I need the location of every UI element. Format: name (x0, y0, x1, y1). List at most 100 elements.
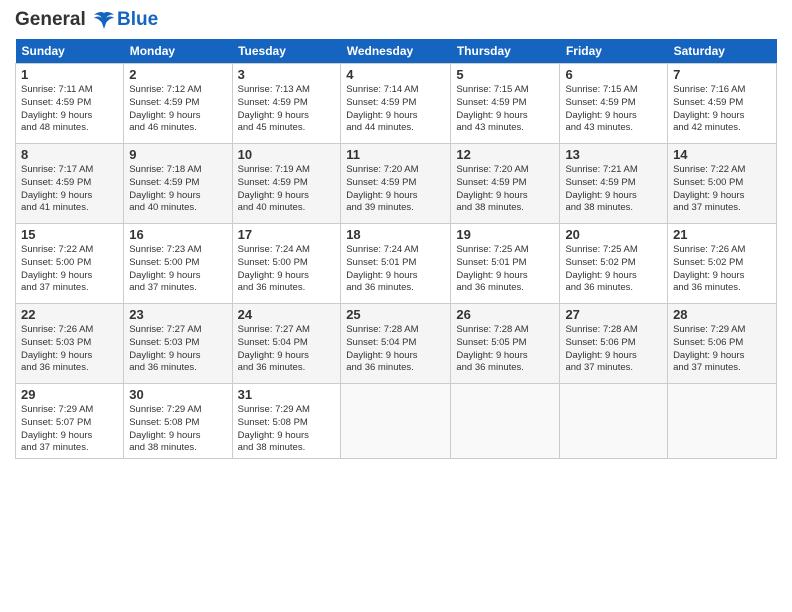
day-info: Sunrise: 7:17 AMSunset: 4:59 PMDaylight:… (21, 164, 118, 215)
day-number: 28 (673, 307, 771, 322)
day-number: 16 (129, 227, 226, 242)
day-number: 10 (238, 147, 336, 162)
calendar-cell: 31Sunrise: 7:29 AMSunset: 5:08 PMDayligh… (232, 383, 341, 458)
day-number: 8 (21, 147, 118, 162)
day-info: Sunrise: 7:23 AMSunset: 5:00 PMDaylight:… (129, 244, 226, 295)
day-number: 17 (238, 227, 336, 242)
calendar-cell (341, 383, 451, 458)
day-info: Sunrise: 7:15 AMSunset: 4:59 PMDaylight:… (565, 84, 662, 135)
day-info: Sunrise: 7:29 AMSunset: 5:08 PMDaylight:… (238, 404, 336, 455)
day-number: 4 (346, 67, 445, 82)
day-info: Sunrise: 7:21 AMSunset: 4:59 PMDaylight:… (565, 164, 662, 215)
day-number: 1 (21, 67, 118, 82)
calendar-cell: 12 Sunrise: 7:20 AMSunset: 4:59 PMDayligh… (451, 143, 560, 223)
day-info: Sunrise: 7:12 AMSunset: 4:59 PMDaylight:… (129, 84, 226, 135)
day-number: 30 (129, 387, 226, 402)
calendar-cell: 29 Sunrise: 7:29 AMSunset: 5:07 PMDayligh… (16, 383, 124, 458)
calendar-cell: 11 Sunrise: 7:20 AMSunset: 4:59 PMDayligh… (341, 143, 451, 223)
day-number: 18 (346, 227, 445, 242)
calendar-cell: 19 Sunrise: 7:25 AMSunset: 5:01 PMDayligh… (451, 223, 560, 303)
day-info: Sunrise: 7:24 AMSunset: 5:00 PMDaylight:… (238, 244, 336, 295)
logo-bird-icon (93, 11, 115, 29)
logo: General Blue (15, 10, 158, 31)
day-number: 22 (21, 307, 118, 322)
day-info: Sunrise: 7:15 AMSunset: 4:59 PMDaylight:… (456, 84, 554, 135)
day-info: Sunrise: 7:25 AMSunset: 5:01 PMDaylight:… (456, 244, 554, 295)
day-number: 3 (238, 67, 336, 82)
calendar-cell: 8 Sunrise: 7:17 AMSunset: 4:59 PMDaylight… (16, 143, 124, 223)
calendar-cell: 25 Sunrise: 7:28 AMSunset: 5:04 PMDayligh… (341, 303, 451, 383)
weekday-header: Sunday (16, 39, 124, 64)
calendar-cell: 21Sunrise: 7:26 AMSunset: 5:02 PMDayligh… (668, 223, 777, 303)
calendar-cell: 2 Sunrise: 7:12 AMSunset: 4:59 PMDaylight… (124, 63, 232, 143)
day-number: 21 (673, 227, 771, 242)
day-number: 5 (456, 67, 554, 82)
day-number: 25 (346, 307, 445, 322)
calendar-cell (668, 383, 777, 458)
day-info: Sunrise: 7:29 AMSunset: 5:06 PMDaylight:… (673, 324, 771, 375)
day-number: 19 (456, 227, 554, 242)
calendar-cell: 13 Sunrise: 7:21 AMSunset: 4:59 PMDayligh… (560, 143, 668, 223)
day-info: Sunrise: 7:28 AMSunset: 5:06 PMDaylight:… (565, 324, 662, 375)
day-info: Sunrise: 7:16 AMSunset: 4:59 PMDaylight:… (673, 84, 771, 135)
day-info: Sunrise: 7:20 AMSunset: 4:59 PMDaylight:… (346, 164, 445, 215)
day-number: 26 (456, 307, 554, 322)
day-number: 23 (129, 307, 226, 322)
calendar-cell: 26 Sunrise: 7:28 AMSunset: 5:05 PMDayligh… (451, 303, 560, 383)
calendar-cell: 30 Sunrise: 7:29 AMSunset: 5:08 PMDayligh… (124, 383, 232, 458)
day-number: 24 (238, 307, 336, 322)
calendar-cell: 16 Sunrise: 7:23 AMSunset: 5:00 PMDayligh… (124, 223, 232, 303)
calendar-cell: 3 Sunrise: 7:13 AMSunset: 4:59 PMDaylight… (232, 63, 341, 143)
calendar-cell: 27Sunrise: 7:28 AMSunset: 5:06 PMDayligh… (560, 303, 668, 383)
weekday-header: Wednesday (341, 39, 451, 64)
day-info: Sunrise: 7:24 AMSunset: 5:01 PMDaylight:… (346, 244, 445, 295)
day-number: 13 (565, 147, 662, 162)
calendar-cell: 24 Sunrise: 7:27 AMSunset: 5:04 PMDayligh… (232, 303, 341, 383)
calendar-cell: 5 Sunrise: 7:15 AMSunset: 4:59 PMDaylight… (451, 63, 560, 143)
day-info: Sunrise: 7:26 AMSunset: 5:03 PMDaylight:… (21, 324, 118, 375)
day-number: 12 (456, 147, 554, 162)
day-number: 14 (673, 147, 771, 162)
day-info: Sunrise: 7:28 AMSunset: 5:04 PMDaylight:… (346, 324, 445, 375)
weekday-header: Friday (560, 39, 668, 64)
calendar-cell: 7 Sunrise: 7:16 AMSunset: 4:59 PMDaylight… (668, 63, 777, 143)
day-number: 15 (21, 227, 118, 242)
day-info: Sunrise: 7:22 AMSunset: 5:00 PMDaylight:… (673, 164, 771, 215)
day-info: Sunrise: 7:13 AMSunset: 4:59 PMDaylight:… (238, 84, 336, 135)
header: General Blue (15, 10, 777, 31)
day-number: 20 (565, 227, 662, 242)
calendar-cell: 6 Sunrise: 7:15 AMSunset: 4:59 PMDaylight… (560, 63, 668, 143)
page-container: General Blue SundayMondayTuesdayWednesda… (0, 0, 792, 464)
day-number: 11 (346, 147, 445, 162)
calendar-cell: 20Sunrise: 7:25 AMSunset: 5:02 PMDayligh… (560, 223, 668, 303)
day-info: Sunrise: 7:29 AMSunset: 5:07 PMDaylight:… (21, 404, 118, 455)
calendar-cell: 4 Sunrise: 7:14 AMSunset: 4:59 PMDaylight… (341, 63, 451, 143)
weekday-header: Monday (124, 39, 232, 64)
day-info: Sunrise: 7:22 AMSunset: 5:00 PMDaylight:… (21, 244, 118, 295)
weekday-header: Tuesday (232, 39, 341, 64)
day-info: Sunrise: 7:27 AMSunset: 5:04 PMDaylight:… (238, 324, 336, 375)
day-number: 29 (21, 387, 118, 402)
day-info: Sunrise: 7:14 AMSunset: 4:59 PMDaylight:… (346, 84, 445, 135)
day-info: Sunrise: 7:11 AMSunset: 4:59 PMDaylight:… (21, 84, 118, 135)
calendar-cell: 14 Sunrise: 7:22 AMSunset: 5:00 PMDayligh… (668, 143, 777, 223)
calendar-cell: 22 Sunrise: 7:26 AMSunset: 5:03 PMDayligh… (16, 303, 124, 383)
calendar-cell: 15 Sunrise: 7:22 AMSunset: 5:00 PMDayligh… (16, 223, 124, 303)
calendar-cell: 28 Sunrise: 7:29 AMSunset: 5:06 PMDayligh… (668, 303, 777, 383)
day-info: Sunrise: 7:29 AMSunset: 5:08 PMDaylight:… (129, 404, 226, 455)
calendar-table: SundayMondayTuesdayWednesdayThursdayFrid… (15, 39, 777, 459)
calendar-cell: 10 Sunrise: 7:19 AMSunset: 4:59 PMDayligh… (232, 143, 341, 223)
weekday-header: Thursday (451, 39, 560, 64)
calendar-cell: 9Sunrise: 7:18 AMSunset: 4:59 PMDaylight… (124, 143, 232, 223)
day-number: 2 (129, 67, 226, 82)
calendar-cell: 18 Sunrise: 7:24 AMSunset: 5:01 PMDayligh… (341, 223, 451, 303)
day-info: Sunrise: 7:28 AMSunset: 5:05 PMDaylight:… (456, 324, 554, 375)
day-number: 6 (565, 67, 662, 82)
day-number: 7 (673, 67, 771, 82)
weekday-header: Saturday (668, 39, 777, 64)
day-info: Sunrise: 7:18 AMSunset: 4:59 PMDaylight:… (129, 164, 226, 215)
day-info: Sunrise: 7:19 AMSunset: 4:59 PMDaylight:… (238, 164, 336, 215)
calendar-cell: 17 Sunrise: 7:24 AMSunset: 5:00 PMDayligh… (232, 223, 341, 303)
calendar-cell: 1 Sunrise: 7:11 AMSunset: 4:59 PMDaylight… (16, 63, 124, 143)
day-info: Sunrise: 7:20 AMSunset: 4:59 PMDaylight:… (456, 164, 554, 215)
